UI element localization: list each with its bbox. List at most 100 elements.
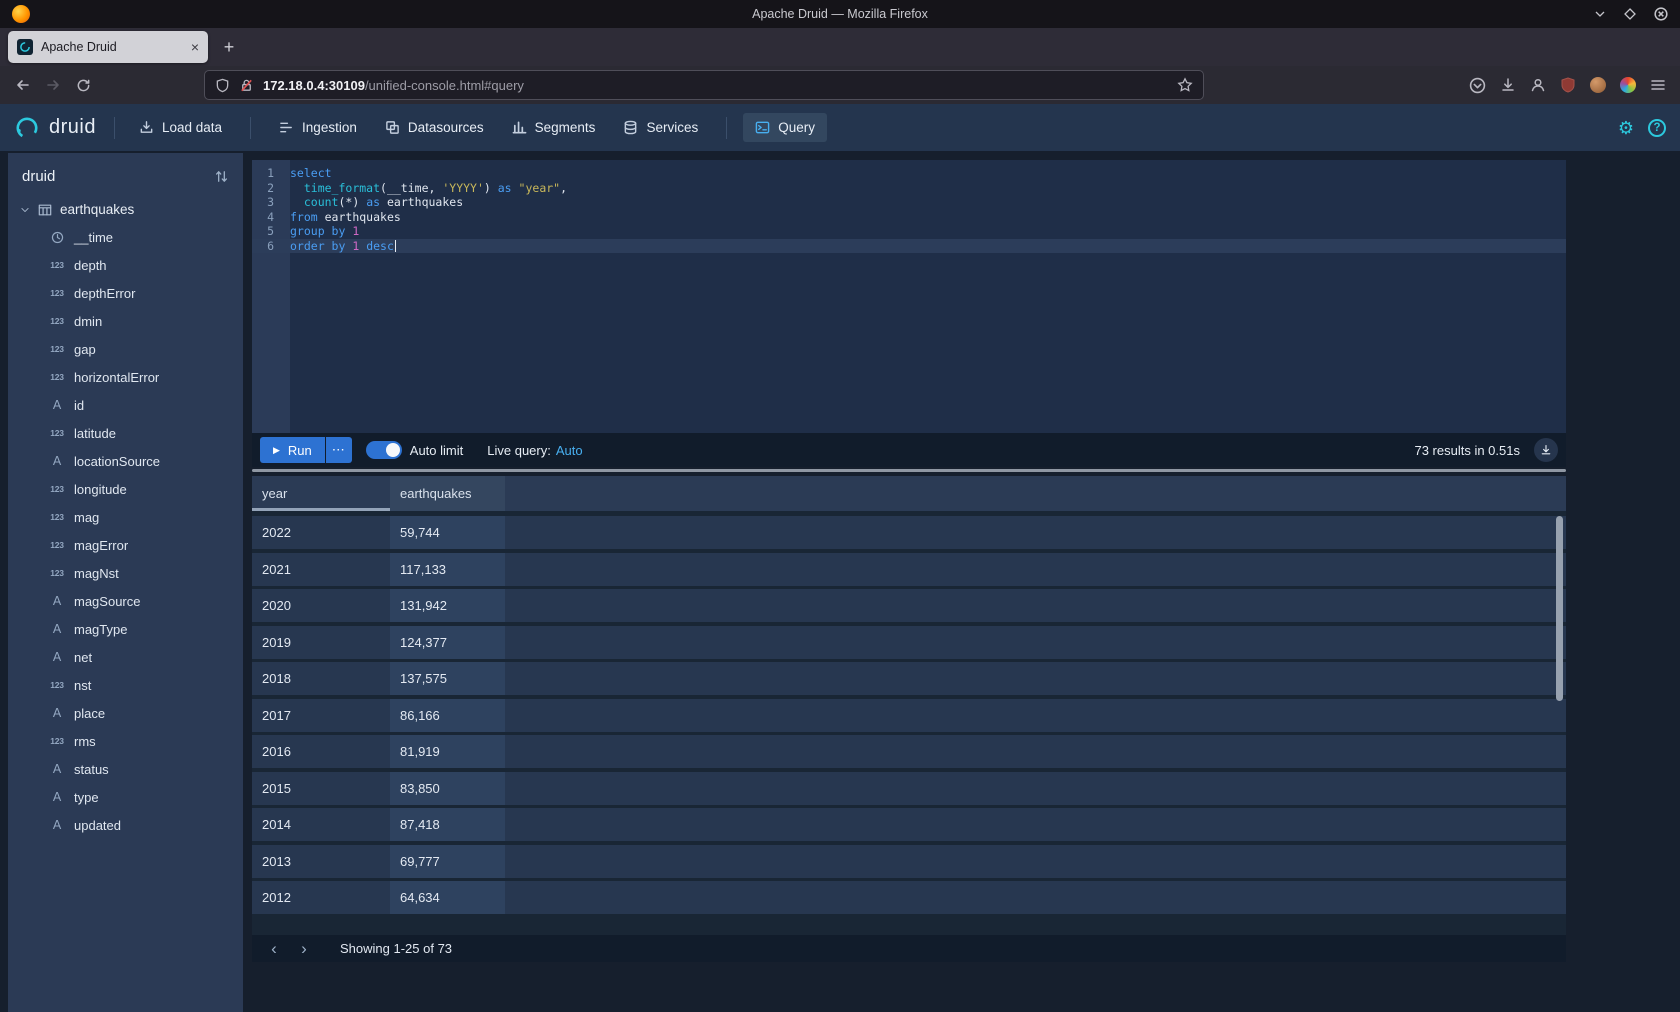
sidebar-column-magError[interactable]: 123magError [8,531,243,559]
profile-avatar-icon[interactable] [1590,77,1606,93]
string-type-icon: A [48,818,66,832]
help-icon[interactable]: ? [1648,119,1666,137]
services-icon [623,120,638,135]
reload-button[interactable] [68,70,98,100]
table-row: 202259,744 [252,516,1566,549]
nav-segments[interactable]: Segments [500,113,608,142]
gear-icon[interactable]: ⚙ [1618,119,1634,137]
ublock-extension-icon[interactable] [1560,77,1576,93]
run-button[interactable]: ▶ Run [260,437,325,463]
downloads-icon[interactable] [1500,77,1516,93]
sidebar-column-magSource[interactable]: AmagSource [8,587,243,615]
new-tab-button[interactable]: + [214,32,244,62]
code-text: time_format(__time, 'YYYY') as "year", [282,181,567,196]
download-results-button[interactable] [1534,438,1558,462]
cell-earthquakes[interactable]: 83,850 [390,772,505,805]
url-bar[interactable]: 172.18.0.4:30109/unified-console.html#qu… [204,70,1204,100]
cell-year[interactable]: 2013 [252,845,390,878]
cell-year[interactable]: 2016 [252,735,390,768]
back-button[interactable] [8,70,38,100]
code-line-4[interactable]: 4from earthquakes [252,210,1566,225]
sidebar-column-gap[interactable]: 123gap [8,335,243,363]
code-line-1[interactable]: 1select [252,166,1566,181]
code-line-2[interactable]: 2 time_format(__time, 'YYYY') as "year", [252,181,1566,196]
line-number: 2 [252,181,282,196]
sidebar-column-magNst[interactable]: 123magNst [8,559,243,587]
sidebar-datasource-earthquakes[interactable]: earthquakes [8,196,243,223]
menu-icon[interactable] [1650,77,1666,93]
window-close-icon[interactable] [1654,7,1668,21]
sidebar-column-place[interactable]: Aplace [8,699,243,727]
cell-year[interactable]: 2020 [252,589,390,622]
code-line-3[interactable]: 3 count(*) as earthquakes [252,195,1566,210]
sidebar-column-dmin[interactable]: 123dmin [8,307,243,335]
sidebar-column-__time[interactable]: __time [8,223,243,251]
query-console-icon [755,120,770,135]
sidebar-column-horizontalError[interactable]: 123horizontalError [8,363,243,391]
sidebar-column-longitude[interactable]: 123longitude [8,475,243,503]
cell-year[interactable]: 2015 [252,772,390,805]
cell-year[interactable]: 2017 [252,699,390,732]
sidebar-column-id[interactable]: Aid [8,391,243,419]
column-header-earthquakes[interactable]: earthquakes [390,476,505,511]
forward-button[interactable] [38,70,68,100]
cell-earthquakes[interactable]: 81,919 [390,735,505,768]
browser-tab-apache-druid[interactable]: Apache Druid × [8,31,208,63]
sidebar-column-latitude[interactable]: 123latitude [8,419,243,447]
live-query-value[interactable]: Auto [556,443,583,458]
window-minimize-icon[interactable] [1594,8,1606,20]
nav-services[interactable]: Services [611,113,710,142]
sidebar-column-net[interactable]: Anet [8,643,243,671]
cell-earthquakes[interactable]: 59,744 [390,516,505,549]
cell-earthquakes[interactable]: 131,942 [390,589,505,622]
sidebar-column-locationSource[interactable]: AlocationSource [8,447,243,475]
cell-earthquakes[interactable]: 87,418 [390,808,505,841]
auto-limit-toggle[interactable] [366,441,402,459]
code-text: from earthquakes [282,210,401,225]
nav-ingestion[interactable]: Ingestion [267,113,369,142]
sidebar-column-depthError[interactable]: 123depthError [8,279,243,307]
sidebar-column-nst[interactable]: 123nst [8,671,243,699]
tracking-protection-shield-icon[interactable] [215,78,230,93]
sidebar-column-type[interactable]: Atype [8,783,243,811]
code-line-6[interactable]: 6order by 1 desc [252,239,1566,254]
vertical-scrollbar[interactable] [1556,516,1563,701]
sidebar-column-mag[interactable]: 123mag [8,503,243,531]
bookmark-star-icon[interactable] [1177,77,1193,93]
prev-page-button[interactable]: ‹ [262,938,286,960]
sql-editor[interactable]: 1select2 time_format(__time, 'YYYY') as … [252,160,1566,433]
cell-year[interactable]: 2022 [252,516,390,549]
cell-year[interactable]: 2014 [252,808,390,841]
next-page-button[interactable]: › [292,938,316,960]
cell-year[interactable]: 2012 [252,881,390,914]
cell-earthquakes[interactable]: 124,377 [390,626,505,659]
column-header-year[interactable]: year [252,476,390,511]
cell-earthquakes[interactable]: 137,575 [390,662,505,695]
sidebar-column-status[interactable]: Astatus [8,755,243,783]
sidebar-column-magType[interactable]: AmagType [8,615,243,643]
run-more-button[interactable]: ⋯ [326,437,352,463]
pocket-icon[interactable] [1469,77,1486,94]
extension-pinwheel-icon[interactable] [1620,77,1636,93]
sidebar-column-depth[interactable]: 123depth [8,251,243,279]
druid-brand[interactable]: druid [14,115,96,141]
window-maximize-icon[interactable] [1624,8,1636,20]
panel-resize-handle[interactable] [252,469,1566,472]
cell-earthquakes[interactable]: 86,166 [390,699,505,732]
code-line-5[interactable]: 5group by 1 [252,224,1566,239]
sort-columns-icon[interactable] [214,169,229,184]
tab-close-icon[interactable]: × [191,40,199,54]
cell-year[interactable]: 2018 [252,662,390,695]
cell-earthquakes[interactable]: 69,777 [390,845,505,878]
nav-datasources[interactable]: Datasources [373,113,496,142]
cell-year[interactable]: 2021 [252,553,390,586]
insecure-lock-icon[interactable] [239,78,254,93]
account-icon[interactable] [1530,77,1546,93]
nav-load-data[interactable]: Load data [127,113,234,142]
cell-earthquakes[interactable]: 64,634 [390,881,505,914]
sidebar-column-rms[interactable]: 123rms [8,727,243,755]
cell-year[interactable]: 2019 [252,626,390,659]
sidebar-column-updated[interactable]: Aupdated [8,811,243,839]
cell-earthquakes[interactable]: 117,133 [390,553,505,586]
nav-query[interactable]: Query [743,113,827,142]
